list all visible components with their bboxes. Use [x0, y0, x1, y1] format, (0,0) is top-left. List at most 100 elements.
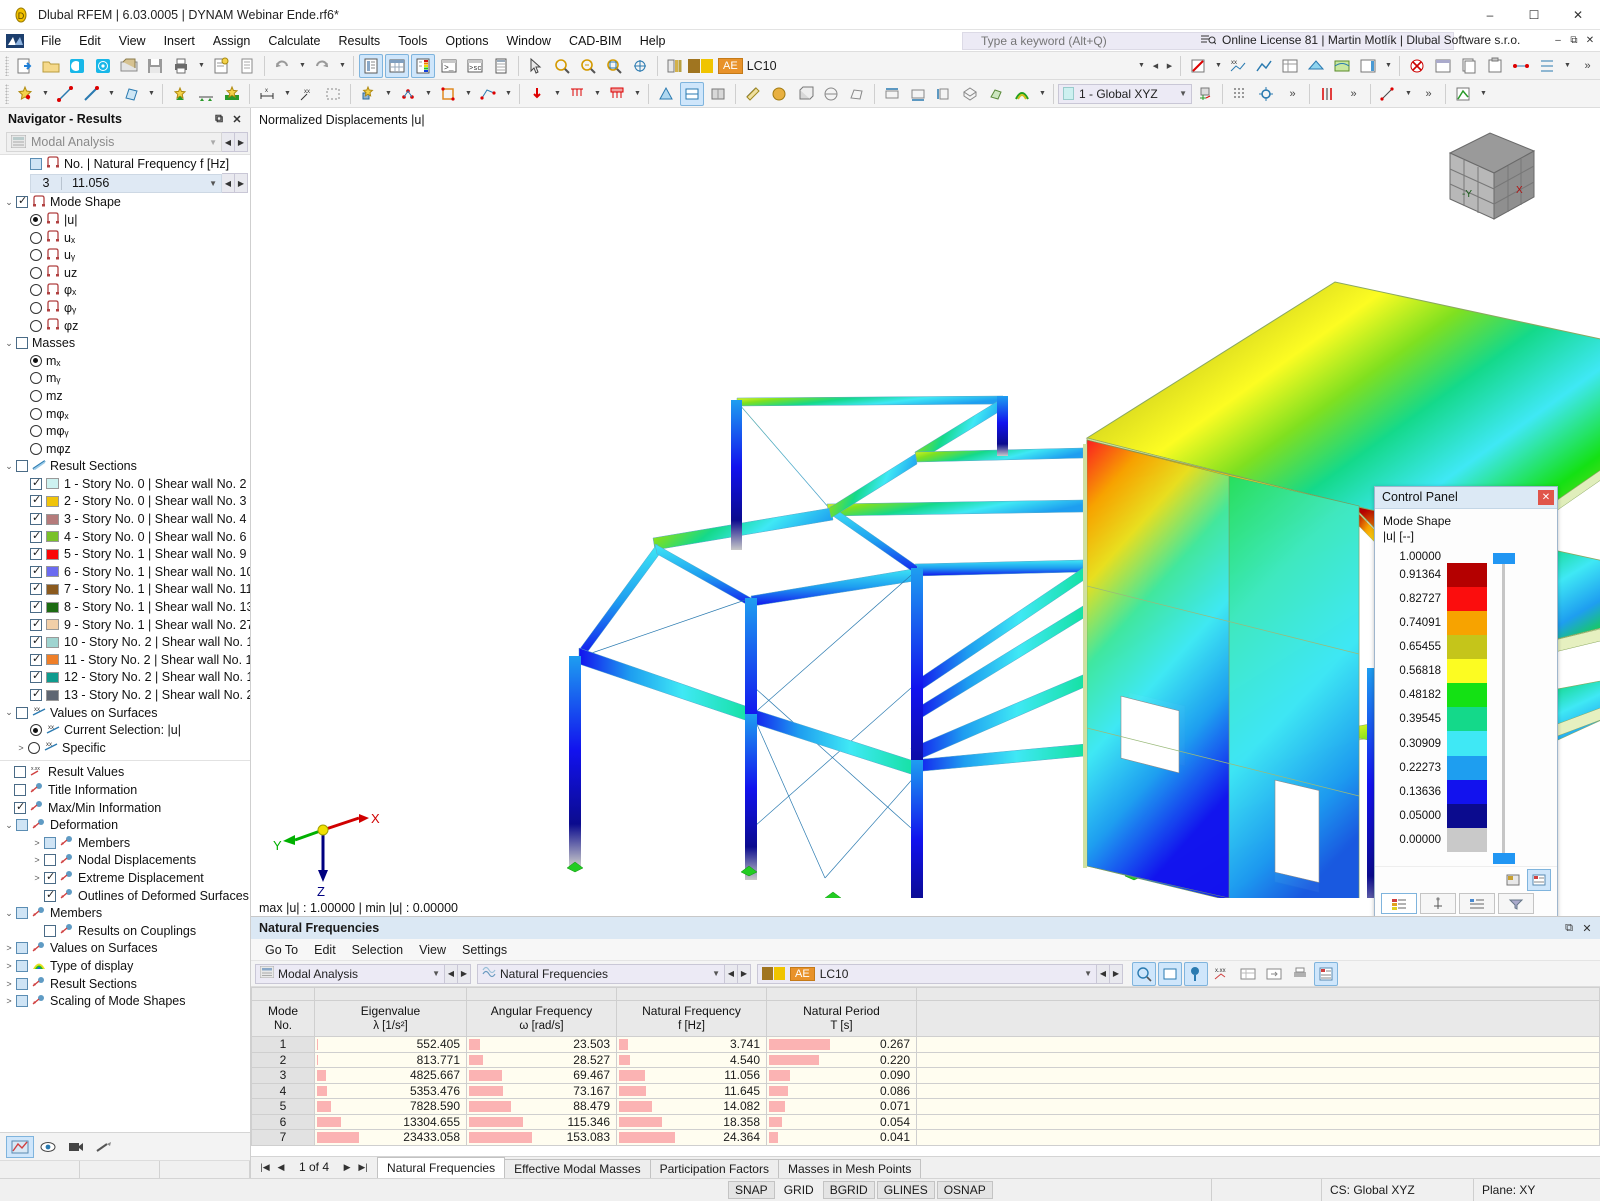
display-option-5[interactable]: >Nodal Displacements — [0, 852, 250, 870]
mass-component-radio-0[interactable] — [30, 355, 42, 367]
display-option-expand-3[interactable]: ⌄ — [2, 820, 16, 831]
printout-report-icon[interactable] — [209, 54, 233, 78]
cp-tab-color-scale[interactable] — [1381, 893, 1417, 914]
model-paste-icon[interactable] — [1483, 54, 1507, 78]
display-option-9[interactable]: Results on Couplings — [0, 922, 250, 940]
menu-assign[interactable]: Assign — [204, 32, 260, 50]
table-analysis-combo[interactable]: Modal Analysis ▼ — [255, 964, 445, 984]
rotate-more-icon[interactable]: » — [1416, 82, 1440, 106]
legend-slider-thumb-max[interactable] — [1493, 553, 1515, 564]
row-angular-frequency[interactable]: 73.167 — [467, 1083, 617, 1099]
row-natural-frequency[interactable]: 24.364 — [617, 1130, 767, 1146]
page-last-button[interactable]: ▶| — [355, 1162, 371, 1173]
tree-item-mass-0[interactable]: mₓ — [0, 352, 250, 370]
navigator-styles-tab-icon[interactable] — [90, 1136, 118, 1158]
menu-file[interactable]: File — [32, 32, 70, 50]
box-icon[interactable] — [793, 82, 817, 106]
export-excel-icon[interactable] — [1451, 82, 1475, 106]
view-top-icon[interactable] — [880, 82, 904, 106]
load-line-icon[interactable] — [565, 82, 589, 106]
natural-frequency-checkbox[interactable] — [30, 158, 42, 170]
status-toggle-grid[interactable]: GRID — [777, 1181, 821, 1199]
display-option-checkbox-12[interactable] — [16, 978, 28, 990]
tree-item-natural-frequency[interactable]: No. | Natural Frequency f [Hz] — [0, 155, 250, 173]
display-option-expand-13[interactable]: > — [2, 996, 16, 1006]
table-column-header-0[interactable]: ModeNo. — [252, 1001, 315, 1037]
display-option-expand-8[interactable]: ⌄ — [2, 908, 16, 919]
console-icon[interactable]: >_ — [437, 54, 461, 78]
tree-item-current-selection[interactable]: xx Current Selection: |u| — [0, 721, 250, 739]
mode-component-radio-3[interactable] — [30, 267, 42, 279]
new-boundary-icon[interactable] — [436, 82, 460, 106]
table-column-header-1[interactable]: Eigenvalueλ [1/s²] — [315, 1001, 467, 1037]
result-section-checkbox-12[interactable] — [30, 689, 42, 701]
table-analysis-chevron-down-icon[interactable]: ▼ — [432, 969, 440, 978]
row-angular-frequency[interactable]: 88.479 — [467, 1099, 617, 1115]
dimension-icon[interactable]: x — [255, 82, 279, 106]
zoom-icon[interactable] — [550, 54, 574, 78]
sphere-icon[interactable] — [767, 82, 791, 106]
new-line-icon[interactable] — [53, 82, 77, 106]
masses-checkbox[interactable] — [16, 337, 28, 349]
row-angular-frequency[interactable]: 23.503 — [467, 1037, 617, 1053]
line-support-icon[interactable] — [194, 82, 218, 106]
table-print-icon[interactable] — [1288, 962, 1312, 986]
table-analysis-next[interactable]: ▶ — [458, 964, 471, 984]
sheet-tab-2[interactable]: Participation Factors — [650, 1159, 779, 1178]
result-section-item-2[interactable]: 3 - Story No. 0 | Shear wall No. 4 — [0, 510, 250, 528]
navigator-panel-icon[interactable] — [359, 54, 383, 78]
more-tools-icon[interactable]: » — [1575, 54, 1599, 78]
menu-view[interactable]: View — [110, 32, 155, 50]
table-result-next[interactable]: ▶ — [738, 964, 751, 984]
result-section-item-0[interactable]: 1 - Story No. 0 | Shear wall No. 2 — [0, 475, 250, 493]
tree-item-result-sections[interactable]: ⌄ Result Sections — [0, 458, 250, 476]
row-eigenvalue[interactable]: 7828.590 — [315, 1099, 467, 1115]
table-column-header-2[interactable]: Angular Frequencyω [rad/s] — [467, 1001, 617, 1037]
row-natural-frequency[interactable]: 14.082 — [617, 1099, 767, 1115]
table-row[interactable]: 2813.77128.5274.5400.220 — [252, 1052, 1600, 1068]
load-line-dropdown-icon[interactable]: ▼ — [591, 82, 603, 106]
check-model-icon[interactable] — [1405, 54, 1429, 78]
display-option-checkbox-4[interactable] — [44, 837, 56, 849]
new-node-dropdown-icon[interactable]: ▼ — [39, 82, 51, 106]
status-toggle-snap[interactable]: SNAP — [728, 1181, 775, 1199]
cs-chevron-down-icon[interactable]: ▼ — [1179, 89, 1187, 98]
status-toggle-bgrid[interactable]: BGRID — [823, 1181, 875, 1199]
frequency-table-container[interactable]: ModeNo.Eigenvalueλ [1/s²]Angular Frequen… — [251, 987, 1600, 1156]
measure-icon[interactable] — [741, 82, 765, 106]
navigator-analysis-next[interactable]: ▶ — [235, 132, 248, 152]
toolbar-grip[interactable] — [5, 56, 9, 76]
row-natural-frequency[interactable]: 4.540 — [617, 1052, 767, 1068]
new-opening-dropdown-icon[interactable]: ▼ — [422, 82, 434, 106]
legend-slider-thumb-min[interactable] — [1493, 853, 1515, 864]
display-option-checkbox-0[interactable] — [14, 766, 26, 778]
load-case-prev-icon[interactable]: ◀ — [1149, 54, 1161, 78]
tree-item-mass-4[interactable]: mφᵧ — [0, 422, 250, 440]
doc-restore-button[interactable]: ⧉ — [1566, 32, 1582, 49]
row-natural-frequency[interactable]: 11.645 — [617, 1083, 767, 1099]
row-eigenvalue[interactable]: 552.405 — [315, 1037, 467, 1053]
result-section-checkbox-11[interactable] — [30, 671, 42, 683]
control-panel-icon[interactable] — [411, 54, 435, 78]
table-menu-selection[interactable]: Selection — [344, 941, 411, 959]
menu-insert[interactable]: Insert — [155, 32, 204, 50]
import-icon[interactable] — [117, 54, 141, 78]
mode-component-radio-1[interactable] — [30, 232, 42, 244]
result-section-item-9[interactable]: 10 - Story No. 2 | Shear wall No. 16 — [0, 633, 250, 651]
cp-tab-filter[interactable] — [1498, 893, 1534, 914]
menu-window[interactable]: Window — [497, 32, 559, 50]
result-section-checkbox-2[interactable] — [30, 513, 42, 525]
export-dropdown-icon[interactable]: ▼ — [1477, 82, 1489, 106]
table-load-case-prev[interactable]: ◀ — [1097, 964, 1110, 984]
result-section-item-1[interactable]: 2 - Story No. 0 | Shear wall No. 3 — [0, 493, 250, 511]
display-option-13[interactable]: >Scaling of Mode Shapes — [0, 992, 250, 1010]
results-panel-dropdown-icon[interactable]: ▼ — [1382, 54, 1394, 78]
table-panel-close-button[interactable]: ✕ — [1578, 922, 1596, 935]
table-row[interactable]: 1552.40523.5033.7410.267 — [252, 1037, 1600, 1053]
window-minimize-button[interactable]: – — [1468, 0, 1512, 30]
navigator-analysis-prev[interactable]: ◀ — [222, 132, 235, 152]
redo-dropdown-icon[interactable]: ▼ — [336, 54, 348, 78]
tree-item-mode-6[interactable]: φᴢ — [0, 317, 250, 335]
new-node-icon[interactable] — [13, 82, 37, 106]
table-menu-edit[interactable]: Edit — [306, 941, 344, 959]
